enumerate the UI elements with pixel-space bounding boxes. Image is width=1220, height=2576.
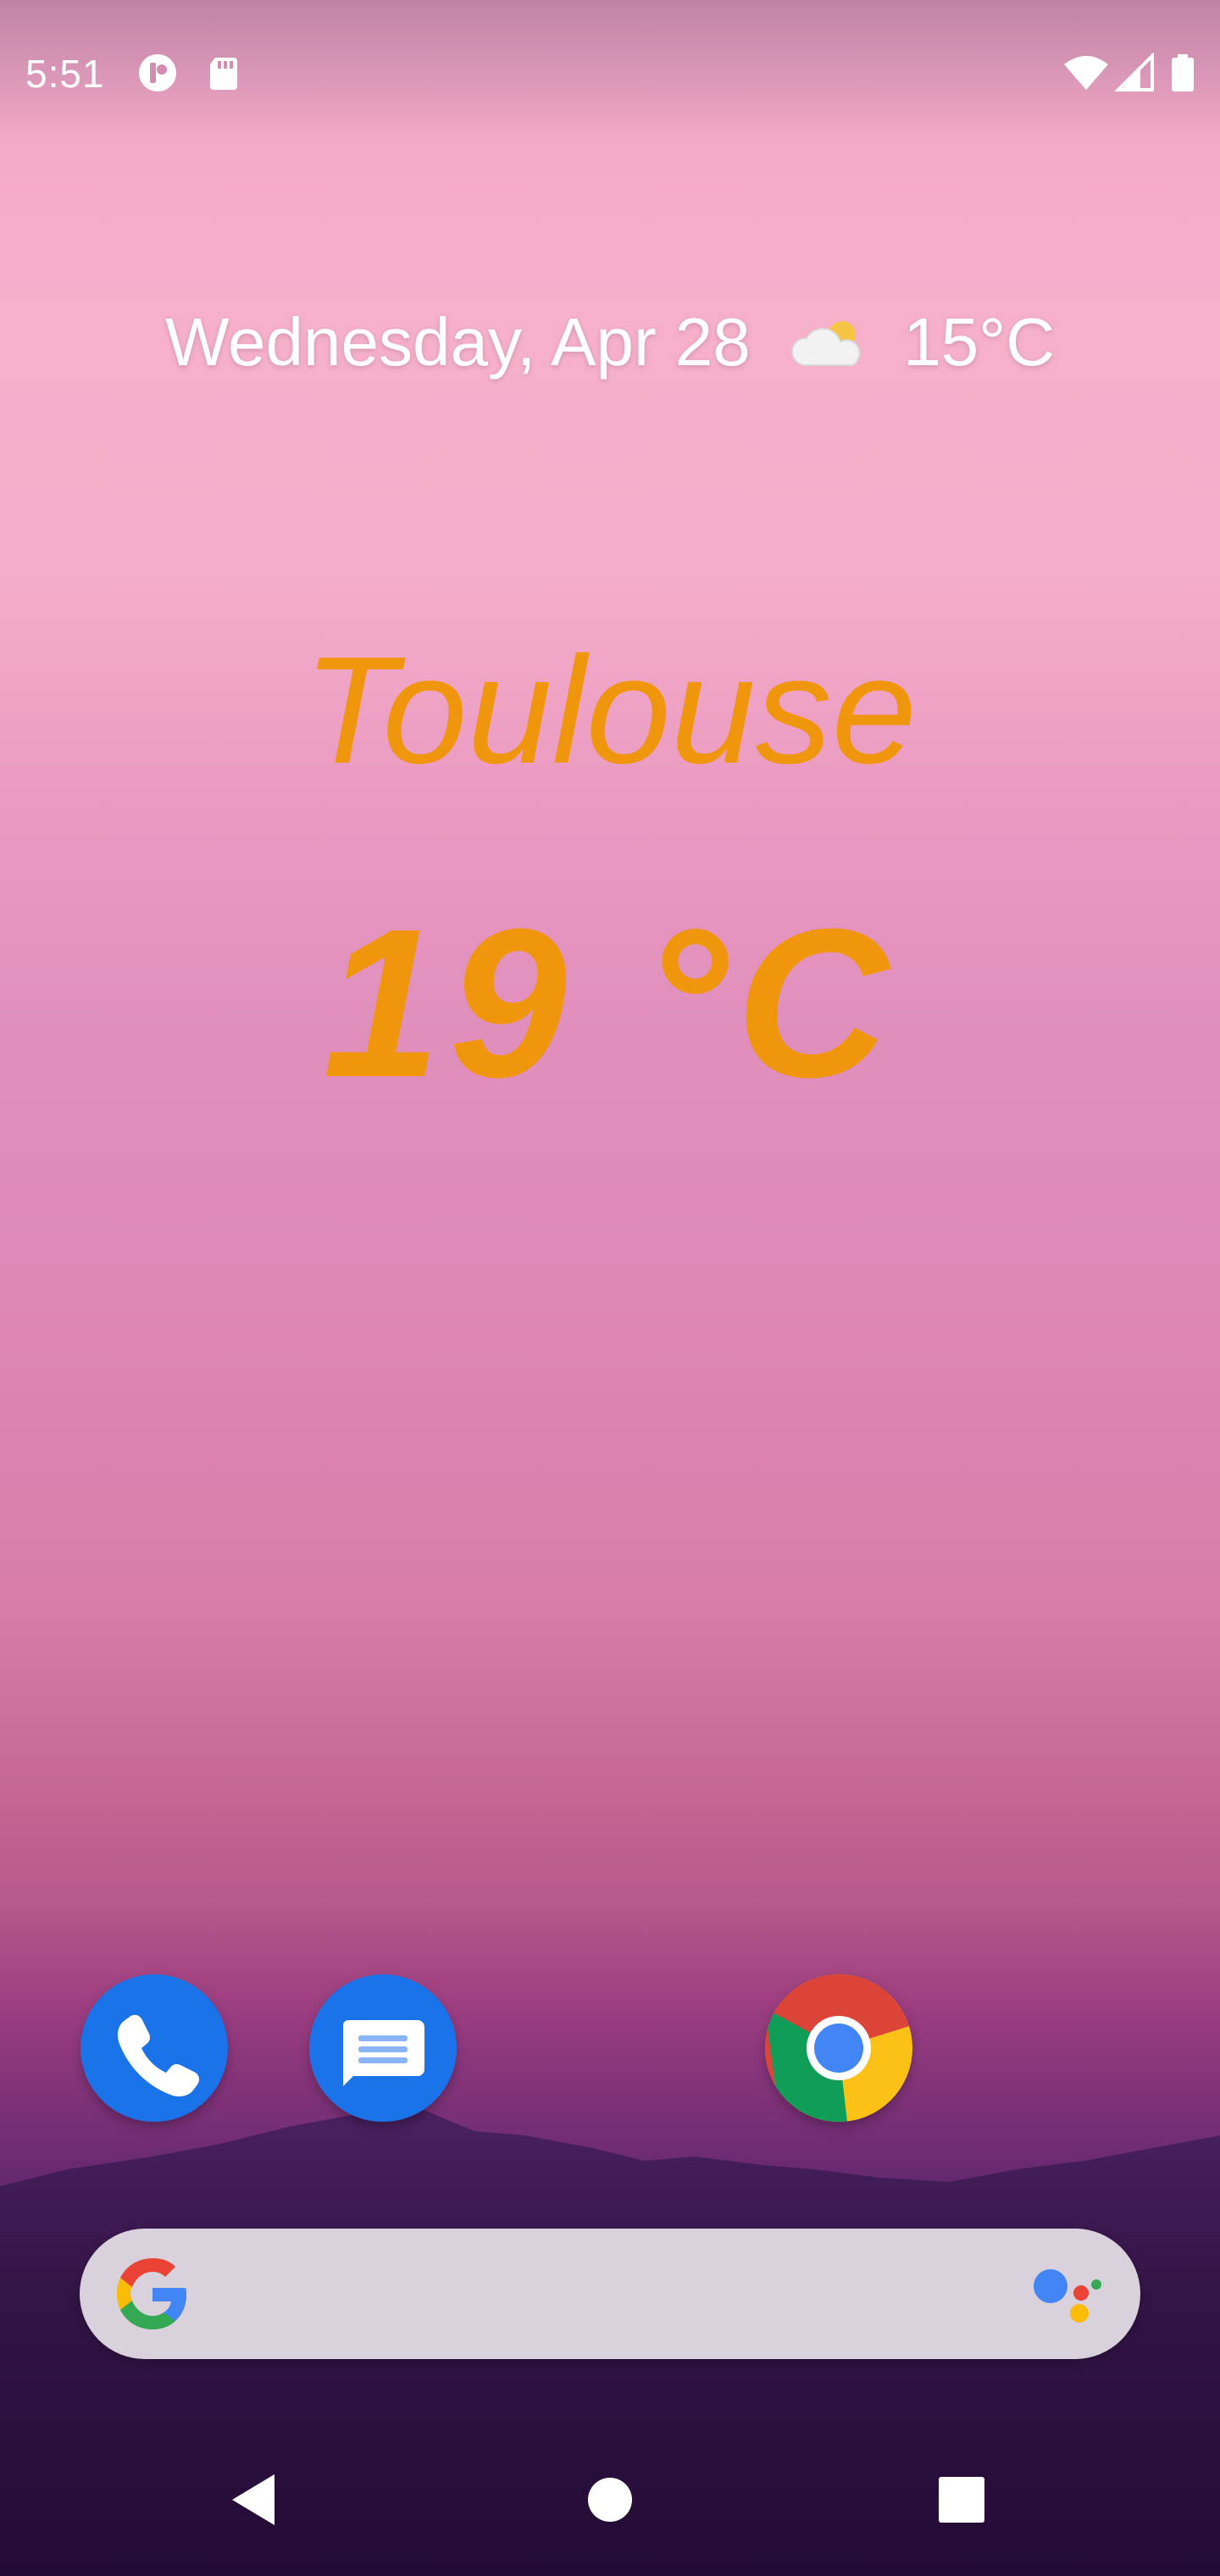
glance-date[interactable]: Wednesday, Apr 28 (165, 304, 751, 380)
sd-card-icon (210, 58, 237, 90)
home-icon[interactable] (576, 2466, 644, 2534)
opera-notification-icon (139, 54, 176, 92)
cell-signal-icon (1115, 53, 1154, 92)
glance-temperature[interactable]: 15°C (903, 304, 1055, 380)
messages-app-button[interactable] (309, 1974, 457, 2122)
phone-app-button[interactable] (80, 1974, 228, 2122)
status-time: 5:51 (25, 52, 105, 96)
chrome-app-button[interactable] (765, 1974, 912, 2122)
google-assistant-icon[interactable] (1032, 2261, 1103, 2329)
partly-cloudy-icon (791, 321, 861, 366)
weather-temperature[interactable]: 19 °C (0, 881, 1220, 1124)
weather-city[interactable]: Toulouse (0, 623, 1220, 798)
at-a-glance-widget[interactable]: Wednesday, Apr 28 15°C (0, 303, 1220, 381)
back-icon[interactable] (222, 2466, 290, 2534)
recents-icon[interactable] (928, 2466, 995, 2534)
wifi-icon (1064, 56, 1108, 90)
battery-icon (1172, 54, 1194, 92)
messages-icon (309, 1974, 457, 2122)
chrome-icon (765, 1974, 912, 2122)
google-g-icon[interactable] (115, 2257, 190, 2331)
status-bar: 5:51 (0, 0, 1220, 144)
phone-icon (80, 1974, 228, 2122)
google-search-bar[interactable] (80, 2229, 1140, 2359)
